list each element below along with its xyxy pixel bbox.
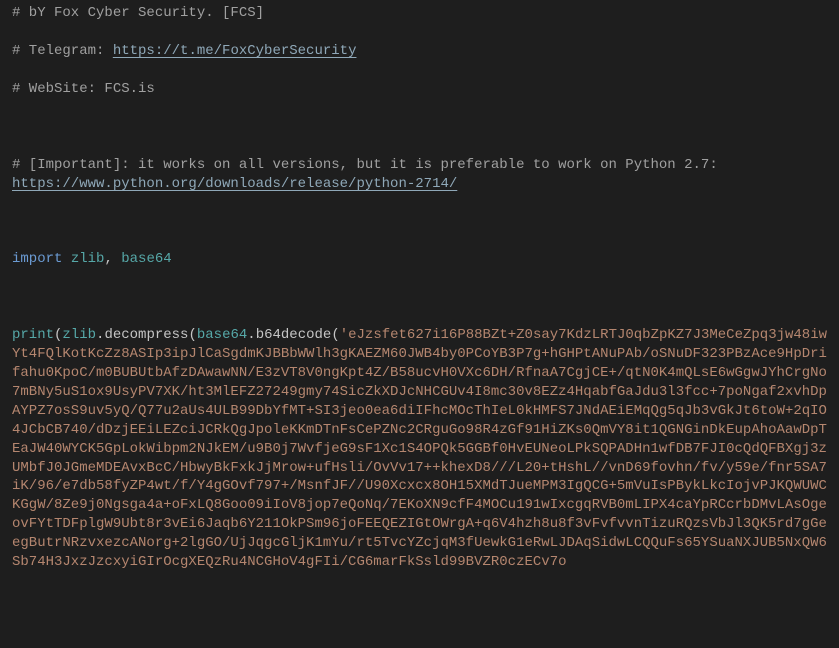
comment-important: # [Important]: it works on all versions,… (12, 156, 827, 194)
blank-line (12, 212, 827, 231)
comment-telegram: # Telegram: https://t.me/FoxCyberSecurit… (12, 42, 827, 61)
blank-line (12, 99, 827, 118)
blank-line (12, 307, 827, 326)
blank-line (12, 118, 827, 137)
blank-line (12, 288, 827, 307)
print-statement: print(zlib.decompress(base64.b64decode('… (12, 326, 827, 572)
telegram-link[interactable]: https://t.me/FoxCyberSecurity (113, 43, 357, 59)
comment-website: # WebSite: FCS.is (12, 80, 827, 99)
blank-line (12, 23, 827, 42)
blank-line (12, 231, 827, 250)
blank-line (12, 137, 827, 156)
import-statement: import zlib, base64 (12, 250, 827, 269)
blank-line (12, 61, 827, 80)
blank-line (12, 269, 827, 288)
python-link[interactable]: https://www.python.org/downloads/release… (12, 176, 457, 192)
blank-line (12, 193, 827, 212)
comment-author: # bY Fox Cyber Security. [FCS] (12, 4, 827, 23)
